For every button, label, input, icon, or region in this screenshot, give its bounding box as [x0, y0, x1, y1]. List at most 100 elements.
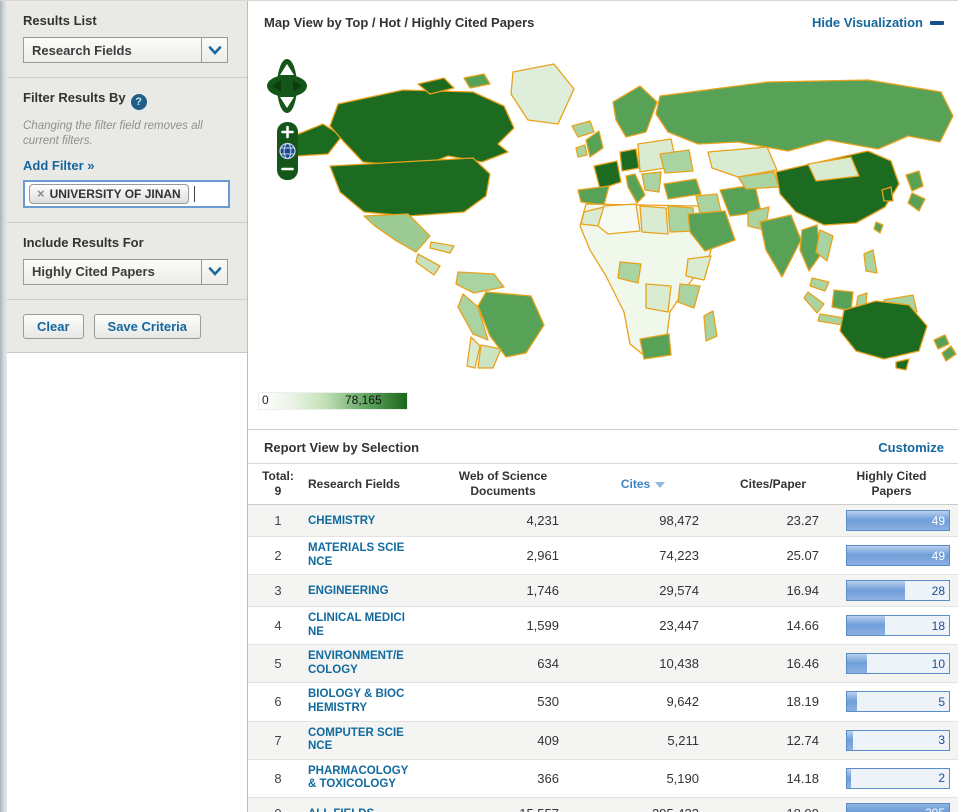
sort-descending-icon	[655, 482, 666, 488]
cites-per-paper-cell: 12.74	[786, 732, 819, 748]
app-window: Results List Research Fields Filter Resu…	[0, 0, 958, 812]
sidebar-buttons: Clear Save Criteria	[7, 300, 247, 353]
chevron-down-icon	[201, 259, 227, 284]
hcp-value: 49	[931, 548, 945, 563]
main-content: Map View by Top / Hot / Highly Cited Pap…	[248, 1, 958, 812]
field-link[interactable]: ENGINEERING	[308, 585, 410, 599]
field-link[interactable]: MATERIALS SCIENCE	[308, 542, 410, 569]
report-table-header-row: Total: 9 Research Fields Web of Science …	[248, 463, 958, 505]
hcp-gauge-cell: 49	[833, 540, 956, 571]
map-view-title: Map View by Top / Hot / Highly Cited Pap…	[264, 15, 535, 30]
customize-link[interactable]: Customize	[878, 440, 944, 455]
docs-cell: 2,961	[526, 548, 559, 564]
include-results-selected: Highly Cited Papers	[32, 264, 155, 280]
rank-cell: 2	[274, 548, 282, 564]
results-list-section: Results List Research Fields	[7, 1, 247, 78]
globe-icon	[279, 142, 296, 160]
collapse-minus-icon[interactable]	[930, 20, 944, 25]
research-fields-header: Research Fields	[308, 477, 401, 491]
hcp-gauge-cell: 3	[833, 725, 956, 756]
hide-visualization[interactable]: Hide Visualization	[812, 15, 944, 30]
hcp-gauge-cell: 205	[833, 798, 956, 812]
filter-heading: Filter Results By?	[23, 90, 231, 110]
cites-cell: 5,190	[666, 770, 699, 786]
results-list-selected: Research Fields	[32, 42, 132, 58]
legend-gradient-bar	[258, 392, 408, 410]
filter-tag: × UNIVERSITY OF JINAN	[29, 183, 189, 204]
hcp-gauge-cell: 28	[833, 575, 956, 606]
hcp-value: 10	[931, 656, 945, 671]
zoom-control-icon	[277, 122, 298, 180]
hcp-gauge-cell: 49	[833, 505, 956, 536]
map-legend: 0 78,165	[248, 388, 958, 416]
report-view-title: Report View by Selection	[264, 440, 420, 455]
rank-cell: 6	[274, 694, 282, 710]
clear-button[interactable]: Clear	[23, 313, 84, 339]
hcp-bar-gauge: 18	[846, 615, 950, 637]
docs-cell: 366	[537, 770, 559, 786]
include-results-heading: Include Results For	[23, 234, 144, 250]
hide-visualization-link[interactable]: Hide Visualization	[812, 15, 923, 30]
field-link[interactable]: PHARMACOLOGY & TOXICOLOGY	[308, 765, 410, 792]
field-link[interactable]: COMPUTER SCIENCE	[308, 727, 410, 754]
rank-cell: 1	[274, 513, 282, 528]
report-view-header: Report View by Selection Customize	[248, 429, 958, 463]
hcp-bar-gauge: 3	[846, 729, 950, 751]
filter-tag-label: UNIVERSITY OF JINAN	[49, 186, 181, 201]
add-filter-link[interactable]: Add Filter »	[23, 158, 95, 173]
hcp-bar-gauge: 205	[846, 802, 950, 812]
left-edge-rail	[0, 1, 7, 812]
table-row: 6 BIOLOGY & BIOCHEMISTRY 530 9,642 18.19 5	[248, 682, 958, 720]
total-count-header: Total: 9	[262, 469, 294, 498]
field-link[interactable]: ALL FIELDS	[308, 808, 410, 812]
filter-section: Filter Results By? Changing the filter f…	[7, 78, 247, 223]
table-row: 0ALL FIELDS 15,557295,42318.99 205	[248, 796, 958, 812]
docs-cell: 1,599	[526, 618, 559, 634]
cites-cell: 29,574	[659, 583, 699, 599]
cites-per-paper-cell: 16.94	[786, 583, 819, 599]
sidebar-column: Results List Research Fields Filter Resu…	[7, 1, 248, 812]
cites-per-paper-cell: 23.27	[786, 513, 819, 528]
cites-cell: 74,223	[659, 548, 699, 564]
legend-min-value: 0	[262, 393, 269, 407]
pan-control-icon	[267, 59, 307, 113]
cites-per-paper-cell: 18.19	[786, 694, 819, 710]
hcp-bar-gauge: 49	[846, 510, 950, 531]
filter-input[interactable]: × UNIVERSITY OF JINAN	[23, 179, 230, 208]
hcp-gauge-cell: 5	[833, 686, 956, 717]
hcp-value: 28	[931, 583, 945, 598]
table-row: 1 CHEMISTRY 4,231 98,472 23.27 49	[248, 505, 958, 536]
filter-note: Changing the filter field removes all cu…	[23, 120, 203, 147]
legend-max-value: 78,165	[345, 393, 382, 407]
include-results-dropdown[interactable]: Highly Cited Papers	[23, 258, 228, 285]
world-map[interactable]	[248, 40, 958, 388]
cites-cell: 5,211	[667, 732, 699, 748]
table-row: 5 ENVIRONMENT/ECOLOGY 634 10,438 16.46 10	[248, 644, 958, 683]
rank-cell: 5	[274, 656, 282, 672]
choropleth-map-svg	[285, 63, 957, 371]
remove-tag-icon[interactable]: ×	[37, 187, 45, 200]
results-list-dropdown[interactable]: Research Fields	[23, 37, 228, 63]
help-icon[interactable]: ?	[130, 94, 147, 110]
table-row: 8 PHARMACOLOGY & TOXICOLOGY 366 5,190 14.18 2	[248, 758, 958, 797]
field-link[interactable]: CLINICAL MEDICINE	[308, 612, 410, 639]
highly-cited-papers-header: Highly Cited Papers	[856, 469, 927, 498]
field-link[interactable]: BIOLOGY & BIOCHEMISTRY	[308, 688, 410, 715]
cites-per-paper-cell: 14.66	[786, 618, 819, 634]
docs-cell: 4,231	[526, 513, 559, 528]
save-criteria-button[interactable]: Save Criteria	[93, 313, 202, 339]
rank-cell: 7	[274, 732, 282, 748]
hcp-bar-gauge: 10	[846, 653, 950, 675]
text-caret	[193, 185, 195, 202]
hcp-value: 3	[938, 733, 945, 748]
results-list-heading: Results List	[23, 13, 97, 28]
field-link[interactable]: CHEMISTRY	[308, 515, 410, 529]
map-navigation-controls[interactable]	[266, 56, 310, 236]
field-link[interactable]: ENVIRONMENT/ECOLOGY	[308, 650, 410, 677]
wos-documents-header: Web of Science Documents	[458, 469, 548, 498]
cites-cell: 10,438	[659, 656, 699, 672]
table-row: 7 COMPUTER SCIENCE 409 5,211 12.74 3	[248, 720, 958, 759]
cites-sort-header[interactable]: Cites	[573, 472, 713, 496]
hcp-value: 18	[931, 618, 945, 633]
cites-per-paper-cell: 25.07	[786, 548, 819, 564]
